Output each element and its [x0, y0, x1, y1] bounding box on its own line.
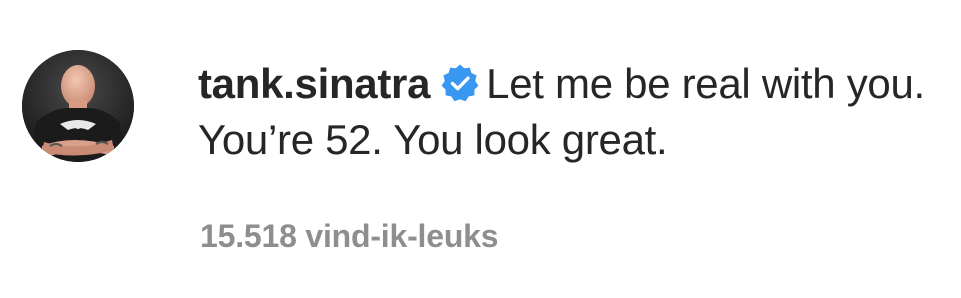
- likes-count[interactable]: 15.518 vind-ik-leuks: [200, 214, 499, 258]
- profile-photo: [22, 50, 134, 162]
- verified-badge-icon: [440, 61, 480, 102]
- username-link[interactable]: tank.sinatra: [198, 60, 430, 107]
- avatar[interactable]: [22, 50, 134, 162]
- comment: tank.sinatra Let me be real with you. Yo…: [0, 0, 961, 298]
- comment-body: tank.sinatra Let me be real with you. Yo…: [198, 56, 938, 168]
